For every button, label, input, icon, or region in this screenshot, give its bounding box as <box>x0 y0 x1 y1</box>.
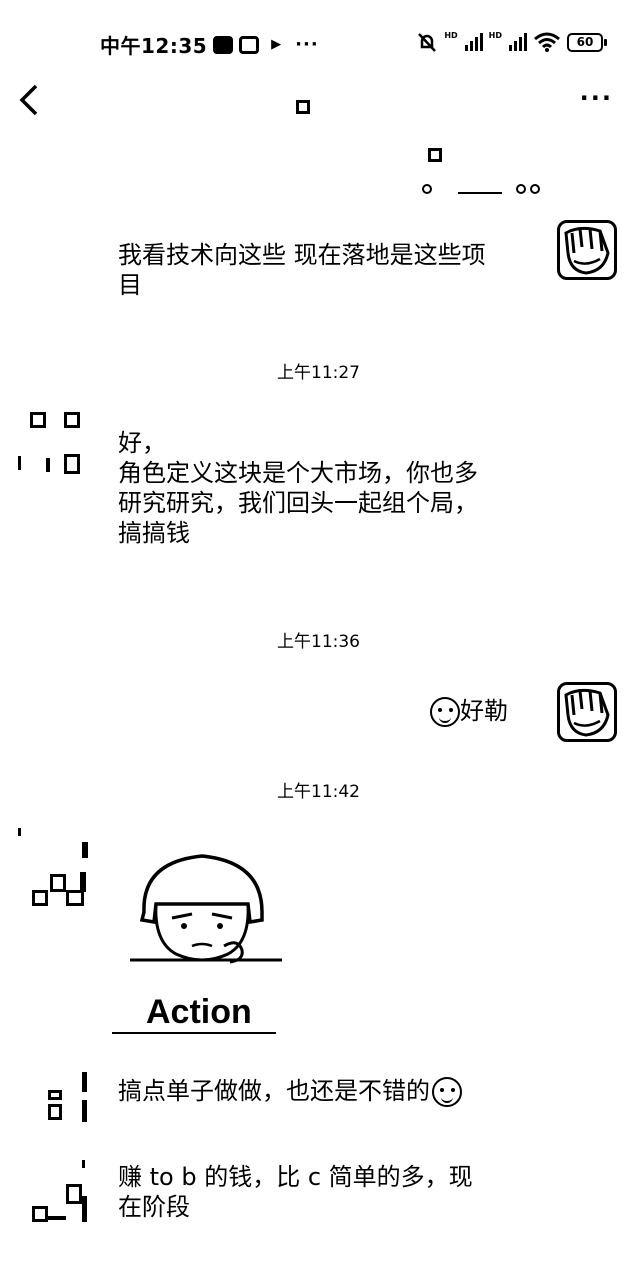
status-left: 中午12:35 ▶ ··· <box>100 30 319 59</box>
hd-label: HD <box>444 31 458 40</box>
partial-image-top <box>420 148 540 200</box>
timestamp: 上午11:36 <box>277 632 360 652</box>
battery-icon: 60 <box>567 32 607 52</box>
back-button[interactable] <box>14 80 54 124</box>
message-text: 好勒 <box>460 697 508 725</box>
sticker-face-icon <box>130 854 282 964</box>
title-bar: ··· <box>0 80 637 130</box>
self-avatar-icon <box>564 688 610 737</box>
message-bubble-right[interactable]: 我看技术向这些 现在落地是这些项 目 <box>118 240 528 300</box>
more-options-button[interactable]: ··· <box>580 84 613 112</box>
status-time: 中午12:35 <box>100 34 208 58</box>
emoji-icon <box>430 697 460 727</box>
app-notification-icon <box>213 35 234 54</box>
signal-icon <box>464 33 483 51</box>
app-notification-icon-2 <box>239 35 260 54</box>
message-bubble-left[interactable]: 赚 to b 的钱，比 c 简单的多，现 在阶段 <box>118 1162 548 1222</box>
avatar-contact[interactable] <box>16 1160 87 1230</box>
status-bar: 中午12:35 ▶ ··· HD HD 60 <box>0 0 637 80</box>
wifi-icon <box>534 32 560 52</box>
play-notification-icon: ▶ <box>271 37 282 52</box>
avatar-contact[interactable] <box>16 410 86 480</box>
signal-icon-2 <box>509 33 527 51</box>
emoji-icon <box>432 1077 462 1107</box>
timestamp: 上午11:42 <box>277 782 360 802</box>
avatar-contact[interactable] <box>16 828 88 918</box>
message-text: 搞点单子做做，也还是不错的 <box>118 1077 430 1105</box>
chat-title-avatar <box>296 100 310 114</box>
avatar-self[interactable] <box>557 682 617 742</box>
more-notifications-icon: ··· <box>295 34 319 55</box>
avatar-self[interactable] <box>557 220 617 280</box>
message-text: 我看技术向这些 现在落地是这些项 目 <box>118 241 486 299</box>
hd-label-2: HD <box>488 31 502 40</box>
timestamp: 上午11:27 <box>277 363 360 383</box>
message-bubble-left[interactable]: 搞点单子做做，也还是不错的 <box>118 1076 538 1107</box>
sticker-caption: Action <box>146 993 252 1031</box>
self-avatar-icon <box>564 226 610 275</box>
avatar-contact[interactable] <box>16 1070 87 1140</box>
message-bubble-right[interactable]: 好勒 <box>430 696 540 727</box>
message-text: 赚 to b 的钱，比 c 简单的多，现 在阶段 <box>118 1163 473 1221</box>
message-bubble-left[interactable]: 好， 角色定义这块是个大市场，你也多 研究研究，我们回头一起组个局， 搞搞钱 <box>118 428 548 548</box>
message-text: 好， 角色定义这块是个大市场，你也多 研究研究，我们回头一起组个局， 搞搞钱 <box>118 429 478 547</box>
mute-bell-icon <box>418 33 437 52</box>
status-right: HD HD 60 <box>416 31 607 53</box>
sticker-image[interactable]: Action <box>112 842 292 1042</box>
sticker-underline <box>112 1032 276 1034</box>
chevron-left-icon <box>19 84 38 116</box>
